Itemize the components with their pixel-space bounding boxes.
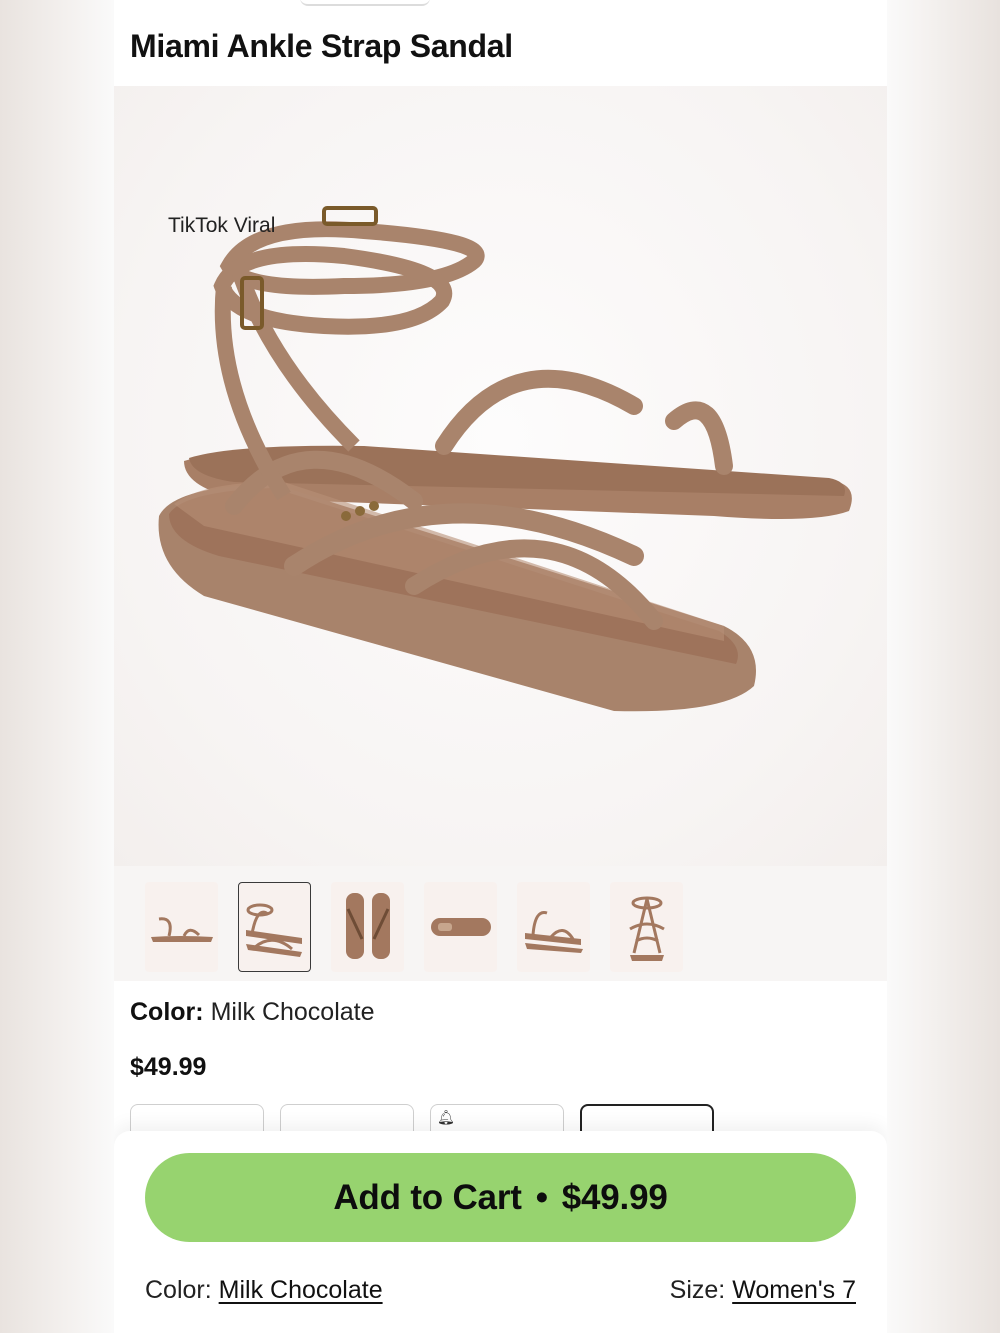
sheet-size: Size: Women's 7 — [670, 1276, 856, 1305]
sandal-top-icon — [345, 893, 390, 959]
thumbnail-1[interactable] — [145, 882, 218, 972]
product-hero-image[interactable]: TikTok Viral — [114, 86, 887, 866]
thumbnail-strip — [114, 866, 887, 981]
sheet-size-link[interactable]: Women's 7 — [732, 1276, 856, 1304]
sandal-pair-side-icon — [524, 910, 583, 953]
sticky-cart-sheet: Add to Cart • $49.99 Color: Milk Chocola… — [114, 1131, 887, 1333]
bell-icon: 🔔︎ — [437, 1109, 455, 1125]
sandal-sole-icon — [430, 918, 491, 936]
badge-tiktok-viral: TikTok Viral — [168, 214, 276, 237]
sheet-color-label: Color: — [145, 1276, 212, 1304]
thumbnail-5[interactable] — [517, 882, 590, 972]
cta-separator: • — [535, 1177, 548, 1217]
color-label: Color: — [130, 998, 204, 1026]
product-page: Miami Ankle Strap Sandal TikTok Viral Co… — [114, 0, 887, 1333]
thumbnail-2[interactable] — [238, 882, 311, 972]
thumbnail-4[interactable] — [424, 882, 497, 972]
sandal-front-icon — [628, 896, 665, 961]
color-selection: Color: Milk Chocolate — [130, 998, 375, 1027]
cta-label: Add to Cart — [333, 1177, 522, 1217]
sandal-pair-image — [158, 206, 852, 712]
scrolled-content-edge — [300, 0, 430, 6]
product-price: $49.99 — [130, 1053, 207, 1081]
sheet-color-link[interactable]: Milk Chocolate — [219, 1276, 383, 1304]
product-title: Miami Ankle Strap Sandal — [130, 28, 513, 64]
add-to-cart-button[interactable]: Add to Cart • $49.99 — [145, 1153, 856, 1242]
sheet-size-label: Size: — [669, 1276, 726, 1304]
color-value: Milk Chocolate — [210, 998, 375, 1026]
sheet-color: Color: Milk Chocolate — [145, 1276, 383, 1305]
cta-price: $49.99 — [561, 1177, 668, 1217]
thumbnail-6[interactable] — [610, 882, 683, 972]
sandal-side-icon — [150, 917, 213, 942]
thumbnail-3[interactable] — [331, 882, 404, 972]
sandal-pair-icon — [245, 903, 302, 957]
